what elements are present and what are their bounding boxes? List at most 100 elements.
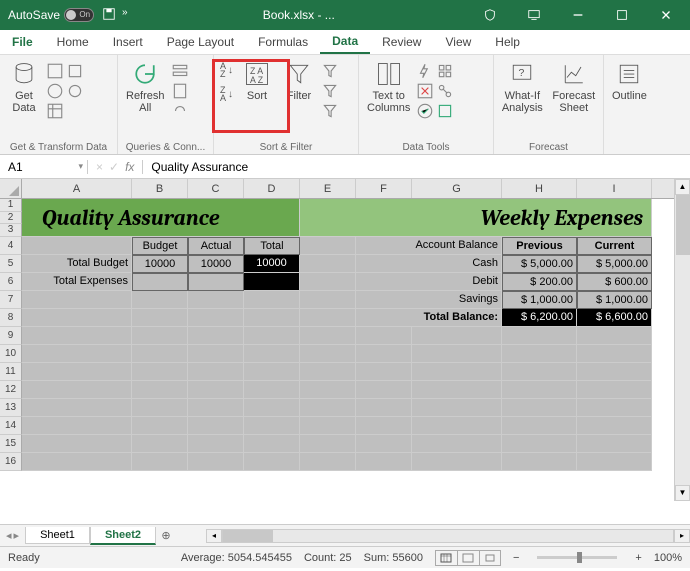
row-header[interactable]: 2: [0, 212, 22, 225]
cell[interactable]: [356, 345, 412, 363]
label-total-balance[interactable]: Total Balance:: [356, 309, 502, 327]
cell[interactable]: $ 5,000.00: [502, 255, 577, 273]
advanced-filter-icon[interactable]: [321, 102, 339, 120]
cell[interactable]: [502, 399, 577, 417]
cell[interactable]: $ 200.00: [502, 273, 577, 291]
zoom-slider[interactable]: [537, 556, 617, 559]
cell[interactable]: [300, 327, 356, 345]
scroll-up-button[interactable]: ▲: [675, 179, 690, 195]
cell[interactable]: [22, 309, 132, 327]
cell[interactable]: [132, 399, 188, 417]
cell[interactable]: $ 5,000.00: [577, 255, 652, 273]
cell[interactable]: [188, 381, 244, 399]
tab-insert[interactable]: Insert: [101, 31, 155, 53]
cell[interactable]: [22, 327, 132, 345]
cell[interactable]: $ 1,000.00: [502, 291, 577, 309]
sheet-tab-2[interactable]: Sheet2: [90, 527, 156, 545]
cell[interactable]: [412, 363, 502, 381]
cell[interactable]: [132, 417, 188, 435]
cell[interactable]: [132, 291, 188, 309]
cell[interactable]: [22, 237, 132, 255]
cell[interactable]: [132, 381, 188, 399]
cell[interactable]: [300, 453, 356, 471]
cell[interactable]: [132, 273, 188, 291]
select-all-corner[interactable]: [0, 179, 22, 198]
row-header[interactable]: 10: [0, 345, 22, 363]
cell[interactable]: [132, 435, 188, 453]
cell[interactable]: [244, 417, 300, 435]
cell[interactable]: [300, 399, 356, 417]
label-debit[interactable]: Debit: [356, 273, 502, 291]
cell[interactable]: [22, 417, 132, 435]
col-header-G[interactable]: G: [412, 179, 502, 198]
view-normal-icon[interactable]: [435, 550, 457, 566]
cell[interactable]: [356, 399, 412, 417]
remove-dup-icon[interactable]: [416, 82, 434, 100]
row-header[interactable]: 15: [0, 435, 22, 453]
cell[interactable]: [132, 453, 188, 471]
sheet-nav-next[interactable]: ▸: [14, 529, 20, 542]
cell[interactable]: [188, 363, 244, 381]
tab-formulas[interactable]: Formulas: [246, 31, 320, 53]
cell[interactable]: [244, 309, 300, 327]
cell[interactable]: [244, 363, 300, 381]
cell[interactable]: $ 6,600.00: [577, 309, 652, 327]
label-cash[interactable]: Cash: [356, 255, 502, 273]
cell[interactable]: [132, 327, 188, 345]
row-header[interactable]: 1: [0, 199, 22, 212]
header-total[interactable]: Total: [244, 237, 300, 255]
data-validation-icon[interactable]: [416, 102, 434, 120]
row-header[interactable]: 14: [0, 417, 22, 435]
sheet-nav-prev[interactable]: ◂: [6, 529, 12, 542]
cell[interactable]: [244, 345, 300, 363]
cell[interactable]: [577, 435, 652, 453]
label-savings[interactable]: Savings: [356, 291, 502, 309]
filter-button[interactable]: Filter: [279, 58, 319, 104]
col-header-F[interactable]: F: [356, 179, 412, 198]
cell[interactable]: [244, 453, 300, 471]
cell[interactable]: [188, 345, 244, 363]
cell[interactable]: [244, 327, 300, 345]
col-header-C[interactable]: C: [188, 179, 244, 198]
header-actual[interactable]: Actual: [188, 237, 244, 255]
cell[interactable]: [300, 255, 356, 273]
cell[interactable]: [412, 381, 502, 399]
cell[interactable]: [356, 327, 412, 345]
cell[interactable]: [188, 453, 244, 471]
cell[interactable]: [22, 363, 132, 381]
text-to-columns-button[interactable]: Text to Columns: [363, 58, 414, 116]
col-header-D[interactable]: D: [244, 179, 300, 198]
cell[interactable]: [502, 327, 577, 345]
cell[interactable]: [412, 435, 502, 453]
cell[interactable]: [244, 399, 300, 417]
cell[interactable]: [412, 453, 502, 471]
cell[interactable]: [188, 291, 244, 309]
cell[interactable]: [244, 291, 300, 309]
cell[interactable]: [300, 417, 356, 435]
cell[interactable]: [412, 345, 502, 363]
cell[interactable]: [300, 363, 356, 381]
cell[interactable]: [188, 309, 244, 327]
edit-links-icon[interactable]: [171, 102, 189, 120]
scroll-thumb[interactable]: [676, 195, 690, 255]
tab-help[interactable]: Help: [483, 31, 532, 53]
refresh-all-button[interactable]: Refresh All: [122, 58, 169, 116]
zoom-level[interactable]: 100%: [654, 552, 682, 564]
zoom-out-button[interactable]: −: [513, 552, 519, 564]
add-sheet-button[interactable]: ⊕: [156, 529, 176, 542]
privacy-icon[interactable]: [470, 1, 510, 29]
cell[interactable]: [22, 291, 132, 309]
row-header[interactable]: 16: [0, 453, 22, 471]
cell[interactable]: [22, 435, 132, 453]
cell[interactable]: [356, 417, 412, 435]
cell[interactable]: [577, 453, 652, 471]
cell[interactable]: [188, 435, 244, 453]
what-if-button[interactable]: ? What-If Analysis: [498, 58, 547, 116]
cell[interactable]: [244, 381, 300, 399]
header-budget[interactable]: Budget: [132, 237, 188, 255]
formula-input[interactable]: Quality Assurance: [143, 160, 690, 174]
cell[interactable]: [300, 381, 356, 399]
relationships-icon[interactable]: [436, 82, 454, 100]
from-table-icon[interactable]: [46, 102, 64, 120]
cell[interactable]: $ 600.00: [577, 273, 652, 291]
